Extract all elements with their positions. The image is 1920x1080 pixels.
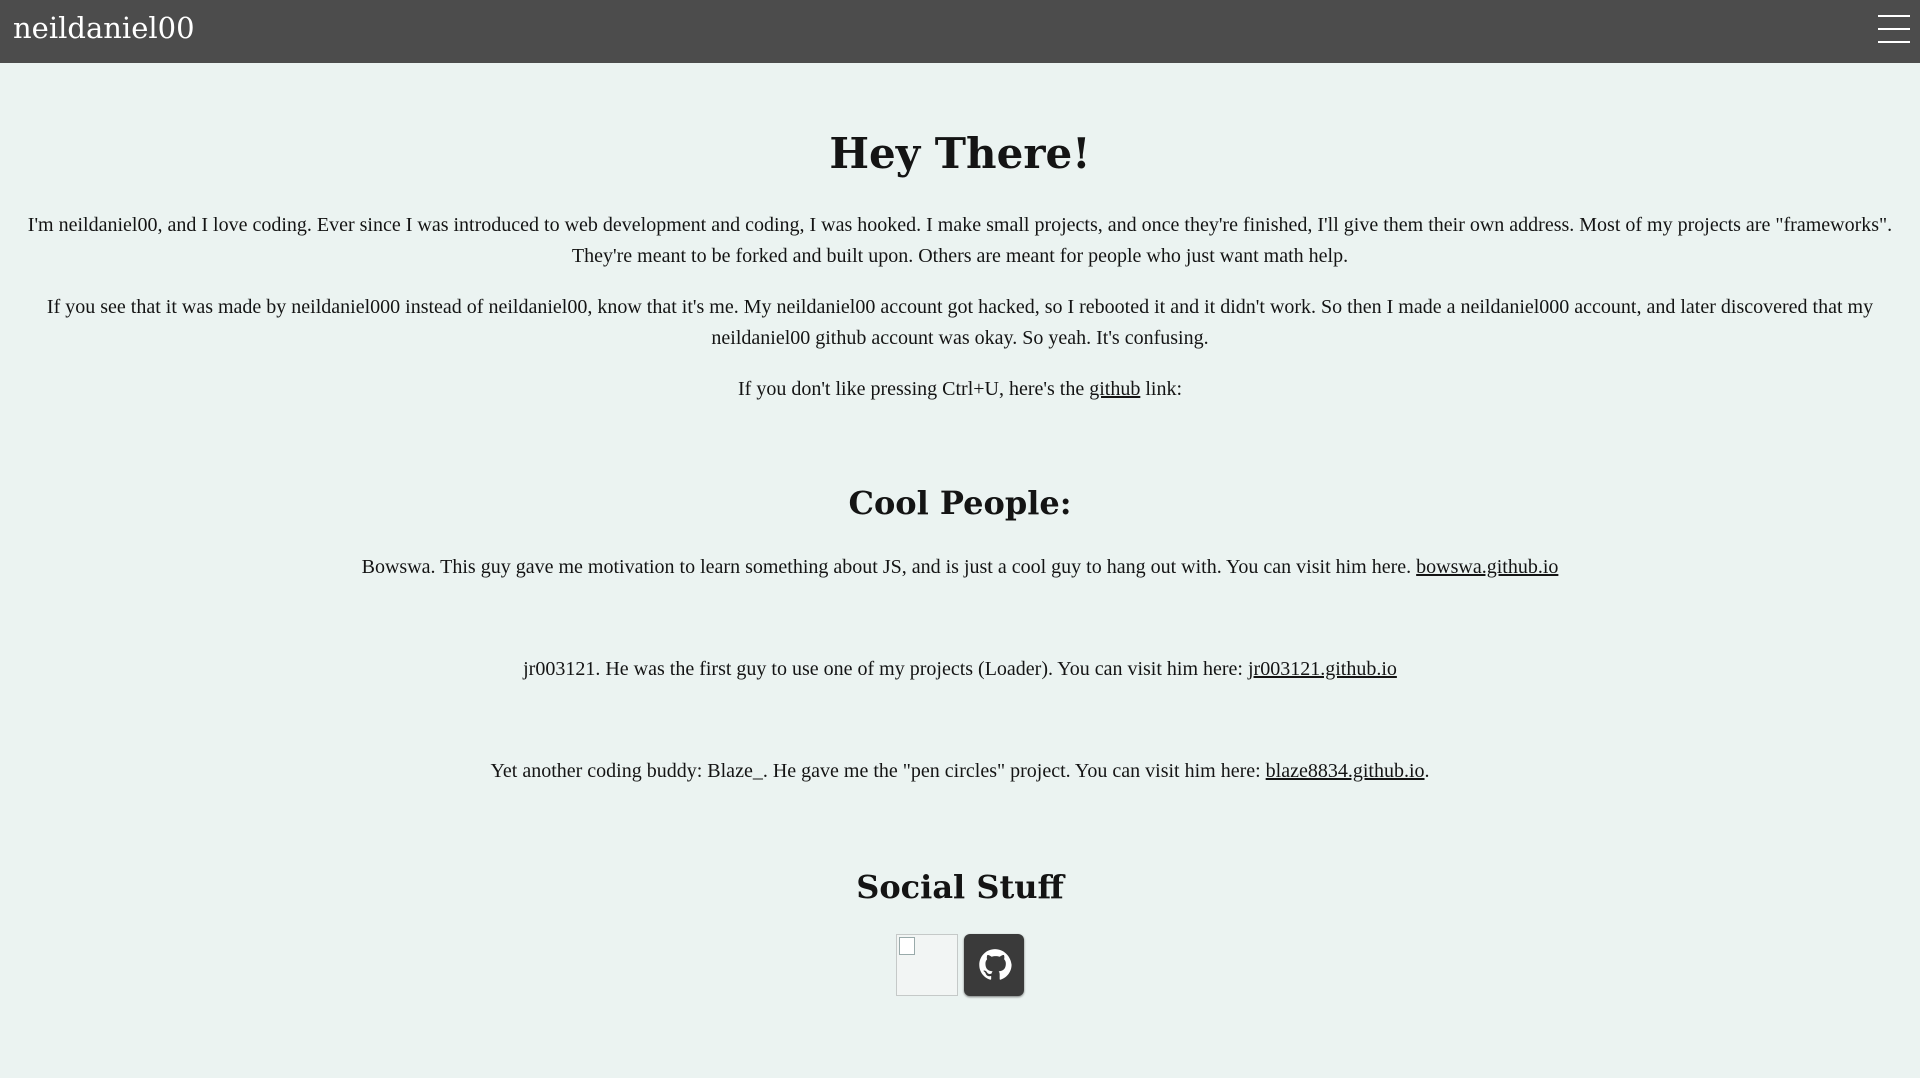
top-navbar: neildaniel00 — [0, 0, 1920, 63]
cool-person-text: Yet another coding buddy: Blaze_. He gav… — [490, 760, 1266, 782]
github-line-prefix: If you don't like pressing Ctrl+U, here'… — [738, 378, 1090, 400]
social-heading: Social Stuff — [856, 868, 1064, 906]
page-title: Hey There! — [829, 129, 1091, 178]
intro-paragraph-1: I'm neildaniel00, and I love coding. Eve… — [27, 214, 1893, 267]
cool-people-heading: Cool People: — [848, 484, 1072, 522]
github-icon[interactable] — [964, 934, 1024, 996]
cool-person-text: Bowswa. This guy gave me motivation to l… — [361, 556, 1417, 578]
site-title[interactable]: neildaniel00 — [13, 14, 195, 43]
cool-person-blaze: Yet another coding buddy: Blaze_. He gav… — [0, 756, 1920, 787]
github-line-suffix: link: — [1140, 378, 1182, 400]
bowswa-link[interactable]: bowswa.github.io — [1416, 556, 1558, 578]
intro-paragraph-2: If you see that it was made by neildanie… — [46, 296, 1874, 349]
hamburger-menu-icon[interactable] — [1878, 14, 1910, 44]
social-icons-row — [0, 934, 1920, 998]
menu-bar-bottom — [1878, 41, 1910, 43]
menu-bar-middle — [1878, 28, 1910, 30]
cool-person-bowswa: Bowswa. This guy gave me motivation to l… — [0, 552, 1920, 583]
broken-image-glyph — [899, 937, 915, 955]
menu-bar-top — [1878, 15, 1910, 17]
blaze-link[interactable]: blaze8834.github.io — [1266, 760, 1425, 782]
github-link[interactable]: github — [1089, 378, 1140, 400]
jr003121-link[interactable]: jr003121.github.io — [1248, 658, 1397, 680]
intro-paragraph-3: If you don't like pressing Ctrl+U, here'… — [0, 374, 1920, 405]
cool-person-jr003121: jr003121. He was the first guy to use on… — [0, 654, 1920, 685]
cool-person-suffix: . — [1424, 760, 1430, 782]
cool-person-text: jr003121. He was the first guy to use on… — [523, 658, 1248, 680]
github-octocat-glyph — [979, 949, 1012, 980]
broken-image-icon[interactable] — [896, 934, 958, 996]
